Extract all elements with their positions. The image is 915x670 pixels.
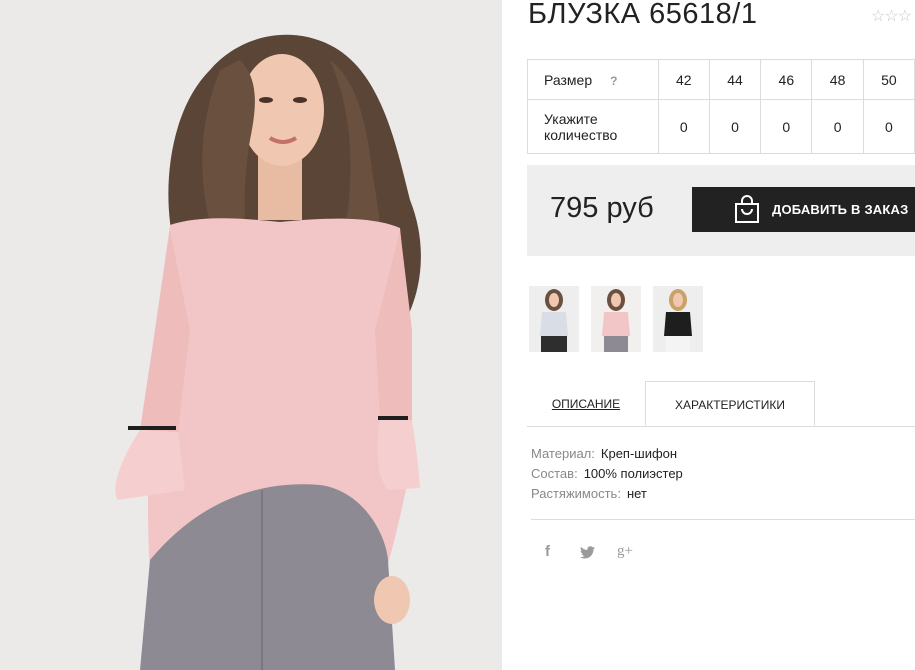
list-item: Материал: Креп-шифон <box>531 444 683 464</box>
thumbnail-light[interactable] <box>529 286 579 352</box>
thumbnail-black[interactable] <box>653 286 703 352</box>
list-item: Состав: 100% полиэстер <box>531 464 683 484</box>
add-to-order-button[interactable]: ДОБАВИТЬ В ЗАКАЗ <box>692 187 915 232</box>
size-value: 50 <box>862 59 915 100</box>
size-help-icon[interactable]: ? <box>610 74 617 88</box>
product-price: 795 руб <box>550 192 654 224</box>
size-value: 42 <box>657 59 710 100</box>
size-value: 44 <box>708 59 762 100</box>
product-title: БЛУЗКА 65618/1 <box>528 0 758 30</box>
add-to-order-label: ДОБАВИТЬ В ЗАКАЗ <box>772 202 909 217</box>
size-label-cell: Размер? <box>527 59 659 100</box>
thumbnail-pink[interactable] <box>591 286 641 352</box>
model-black-blouse-image <box>653 286 703 352</box>
quantity-label-cell: Укажите количество <box>527 99 659 154</box>
size-label: Размер <box>544 71 593 88</box>
model-light-blouse-image <box>529 286 579 352</box>
model-pink-blouse-image <box>591 286 641 352</box>
size-value: 46 <box>760 59 813 100</box>
characteristic-value: 100% полиэстер <box>583 466 683 481</box>
tab-characteristics[interactable]: ХАРАКТЕРИСТИКИ <box>645 381 815 426</box>
tab-description[interactable]: ОПИСАНИЕ <box>527 381 645 426</box>
characteristic-value: Креп-шифон <box>600 446 678 461</box>
list-item: Растяжимость: нет <box>531 484 683 504</box>
quantity-input[interactable]: 0 <box>811 99 864 154</box>
characteristic-key: Растяжимость: <box>531 486 621 501</box>
characteristic-value: нет <box>626 486 647 501</box>
model-photo-image <box>0 0 502 670</box>
size-row: Размер? 42 44 46 48 50 <box>527 59 915 100</box>
section-divider <box>531 519 915 520</box>
quantity-row: Укажите количество 0 0 0 0 0 <box>527 99 915 154</box>
size-table: Размер? 42 44 46 48 50 Укажите количеств… <box>527 59 915 154</box>
shopping-bag-icon <box>734 195 760 226</box>
characteristic-key: Состав: <box>531 466 578 481</box>
quantity-input[interactable]: 0 <box>708 99 762 154</box>
characteristic-key: Материал: <box>531 446 595 461</box>
twitter-icon[interactable] <box>580 546 595 563</box>
product-photo[interactable] <box>0 0 502 670</box>
quantity-label: Укажите количество <box>544 110 618 143</box>
price-box: 795 руб ДОБАВИТЬ В ЗАКАЗ <box>527 165 915 256</box>
characteristics-list: Материал: Креп-шифон Состав: 100% полиэсте… <box>531 444 683 504</box>
rating-stars[interactable]: ☆☆☆ <box>871 6 912 26</box>
size-value: 48 <box>811 59 864 100</box>
quantity-input[interactable]: 0 <box>657 99 710 154</box>
facebook-icon[interactable]: f <box>545 543 550 560</box>
quantity-input[interactable]: 0 <box>760 99 813 154</box>
product-tabs: ОПИСАНИЕ ХАРАКТЕРИСТИКИ <box>527 381 915 427</box>
google-plus-icon[interactable]: g+ <box>617 543 633 560</box>
quantity-input[interactable]: 0 <box>862 99 915 154</box>
